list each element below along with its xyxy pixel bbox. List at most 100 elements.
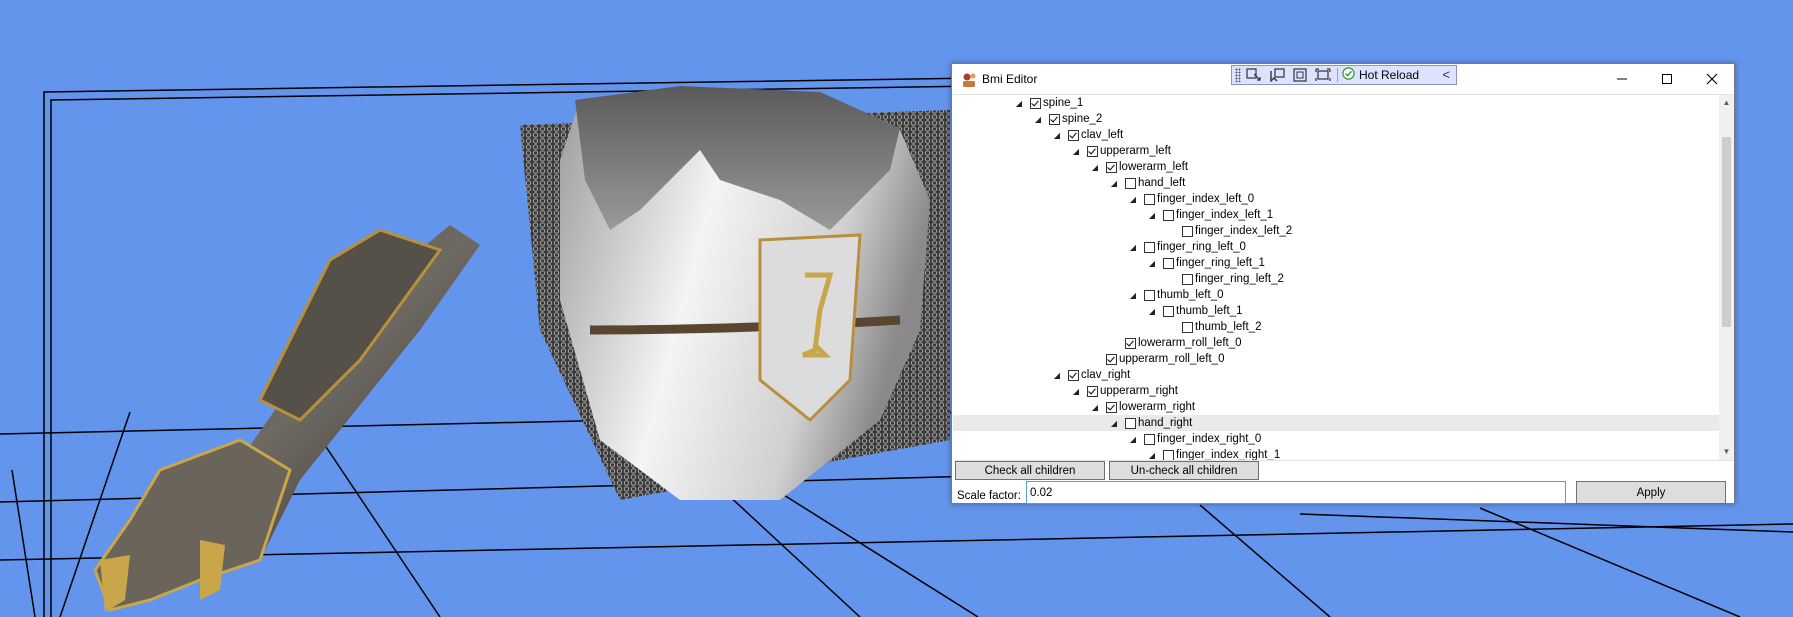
node-checkbox[interactable]: [1182, 321, 1193, 333]
tree-node-label: thumb_left_1: [1176, 305, 1243, 317]
tree-node[interactable]: ◢ clav_left: [1052, 127, 1123, 143]
tree-node[interactable]: ◢ lowerarm_right: [1090, 399, 1195, 415]
node-checkbox[interactable]: [1182, 273, 1193, 285]
scroll-down-icon[interactable]: ▼: [1719, 444, 1734, 460]
tree-node-label: hand_right: [1138, 417, 1193, 429]
tree-node[interactable]: ◢ upperarm_left: [1071, 143, 1171, 159]
tree-node-label: upperarm_left: [1100, 145, 1171, 157]
tree-node[interactable]: ◢ finger_ring_left_1: [1147, 255, 1265, 271]
expand-arrow-icon[interactable]: ◢: [1147, 259, 1157, 268]
node-checkbox[interactable]: [1144, 193, 1155, 205]
hot-reload-button[interactable]: Hot Reload: [1342, 67, 1419, 83]
minimize-icon: [1616, 78, 1627, 80]
tree-node[interactable]: ◢ hand_right: [953, 415, 1719, 431]
node-checkbox[interactable]: [1068, 369, 1079, 381]
tree-node[interactable]: ◢thumb_left_2: [1166, 319, 1262, 335]
expand-arrow-icon[interactable]: ◢: [1147, 451, 1157, 460]
node-checkbox[interactable]: [1106, 353, 1117, 365]
tree-node[interactable]: ◢ finger_index_right_1: [1147, 447, 1280, 460]
title-bar[interactable]: Bmi Editor Hot Reload <: [952, 64, 1734, 94]
node-checkbox[interactable]: [1163, 257, 1174, 269]
node-checkbox[interactable]: [1144, 433, 1155, 445]
maximize-button[interactable]: [1644, 64, 1689, 94]
expand-arrow-icon[interactable]: ◢: [1033, 115, 1043, 124]
tree-node[interactable]: ◢ lowerarm_left: [1090, 159, 1188, 175]
node-checkbox[interactable]: [1182, 225, 1193, 237]
tree-node-label: thumb_left_2: [1195, 321, 1262, 333]
tree-node[interactable]: ◢ finger_index_left_0: [1128, 191, 1254, 207]
expand-arrow-icon[interactable]: ◢: [1014, 99, 1024, 108]
tree-node-label: finger_ring_left_1: [1176, 257, 1265, 269]
expand-arrow-icon[interactable]: ◢: [1128, 291, 1138, 300]
expand-arrow-icon[interactable]: ◢: [1109, 419, 1119, 428]
expand-arrow-icon[interactable]: ◢: [1052, 131, 1062, 140]
node-checkbox[interactable]: [1163, 305, 1174, 317]
scale-factor-input[interactable]: [1026, 481, 1566, 504]
node-checkbox[interactable]: [1125, 417, 1136, 429]
node-checkbox[interactable]: [1068, 129, 1079, 141]
check-all-children-button[interactable]: Check all children: [955, 461, 1105, 480]
tree-node-label: clav_right: [1081, 369, 1131, 381]
tree-node[interactable]: ◢ upperarm_right: [1071, 383, 1178, 399]
collapse-toolbar-icon[interactable]: <: [1442, 67, 1450, 83]
node-checkbox[interactable]: [1125, 337, 1136, 349]
scroll-up-icon[interactable]: ▲: [1719, 95, 1734, 111]
tree-node[interactable]: ◢ clav_right: [1052, 367, 1130, 383]
hot-reload-label: Hot Reload: [1359, 68, 1420, 82]
expand-arrow-icon[interactable]: ◢: [1109, 179, 1119, 188]
bmi-editor-window: Bmi Editor Hot Reload < ◢ spine_1 ◢ spin…: [951, 63, 1735, 504]
node-checkbox[interactable]: [1106, 161, 1117, 173]
node-checkbox[interactable]: [1049, 113, 1060, 125]
node-checkbox[interactable]: [1030, 97, 1041, 109]
tree-node-label: lowerarm_roll_left_0: [1138, 337, 1242, 349]
tree-node[interactable]: ◢upperarm_roll_left_0: [1090, 351, 1224, 367]
tree-node-label: finger_index_right_0: [1157, 433, 1262, 445]
node-checkbox[interactable]: [1087, 385, 1098, 397]
node-checkbox[interactable]: [1144, 289, 1155, 301]
select-element-icon[interactable]: [1244, 67, 1264, 83]
uncheck-all-children-button[interactable]: Un-check all children: [1109, 461, 1259, 480]
tree-node[interactable]: ◢ hand_left: [1109, 175, 1185, 191]
bone-tree[interactable]: ◢ spine_1 ◢ spine_2 ◢ clav_left ◢ upperarm_left…: [953, 94, 1734, 461]
tree-node[interactable]: ◢finger_ring_left_2: [1166, 271, 1284, 287]
tree-node[interactable]: ◢ spine_2: [1033, 111, 1102, 127]
close-button[interactable]: [1689, 64, 1734, 94]
expand-arrow-icon[interactable]: ◢: [1128, 243, 1138, 252]
node-checkbox[interactable]: [1106, 401, 1117, 413]
expand-arrow-icon[interactable]: ◢: [1128, 195, 1138, 204]
tree-node[interactable]: ◢ thumb_left_0: [1128, 287, 1224, 303]
minimize-button[interactable]: [1599, 64, 1644, 94]
vertical-scrollbar[interactable]: ▲ ▼: [1719, 95, 1734, 460]
tree-node-label: hand_left: [1138, 177, 1186, 189]
expand-arrow-icon[interactable]: ◢: [1071, 387, 1081, 396]
tree-node[interactable]: ◢ finger_index_left_1: [1147, 207, 1273, 223]
layout-adorner-icon[interactable]: [1290, 67, 1310, 83]
tree-node[interactable]: ◢ spine_1: [1014, 95, 1083, 111]
node-checkbox[interactable]: [1125, 177, 1136, 189]
expand-arrow-icon[interactable]: ◢: [1090, 163, 1100, 172]
expand-arrow-icon[interactable]: ◢: [1071, 147, 1081, 156]
tree-node[interactable]: ◢ finger_ring_left_0: [1128, 239, 1246, 255]
tree-node[interactable]: ◢finger_index_left_2: [1166, 223, 1292, 239]
node-checkbox[interactable]: [1163, 209, 1174, 221]
track-focus-icon[interactable]: [1313, 67, 1333, 83]
scroll-thumb[interactable]: [1722, 137, 1731, 327]
tree-node[interactable]: ◢ thumb_left_1: [1147, 303, 1243, 319]
inspect-cursor-icon[interactable]: [1267, 67, 1287, 83]
tree-node-label: finger_index_left_1: [1176, 209, 1274, 221]
apply-button[interactable]: Apply: [1576, 481, 1726, 504]
expand-arrow-icon[interactable]: ◢: [1147, 307, 1157, 316]
node-checkbox[interactable]: [1163, 449, 1174, 460]
expand-arrow-icon[interactable]: ◢: [1147, 211, 1157, 220]
toolbar-grip[interactable]: [1235, 68, 1241, 82]
tree-node-label: spine_1: [1043, 97, 1084, 109]
tree-node-label: lowerarm_right: [1119, 401, 1196, 413]
tree-node[interactable]: ◢lowerarm_roll_left_0: [1109, 335, 1242, 351]
node-checkbox[interactable]: [1144, 241, 1155, 253]
tree-node-label: finger_ring_left_2: [1195, 273, 1284, 285]
expand-arrow-icon[interactable]: ◢: [1090, 403, 1100, 412]
node-checkbox[interactable]: [1087, 145, 1098, 157]
expand-arrow-icon[interactable]: ◢: [1052, 371, 1062, 380]
tree-node[interactable]: ◢ finger_index_right_0: [1128, 431, 1261, 447]
expand-arrow-icon[interactable]: ◢: [1128, 435, 1138, 444]
